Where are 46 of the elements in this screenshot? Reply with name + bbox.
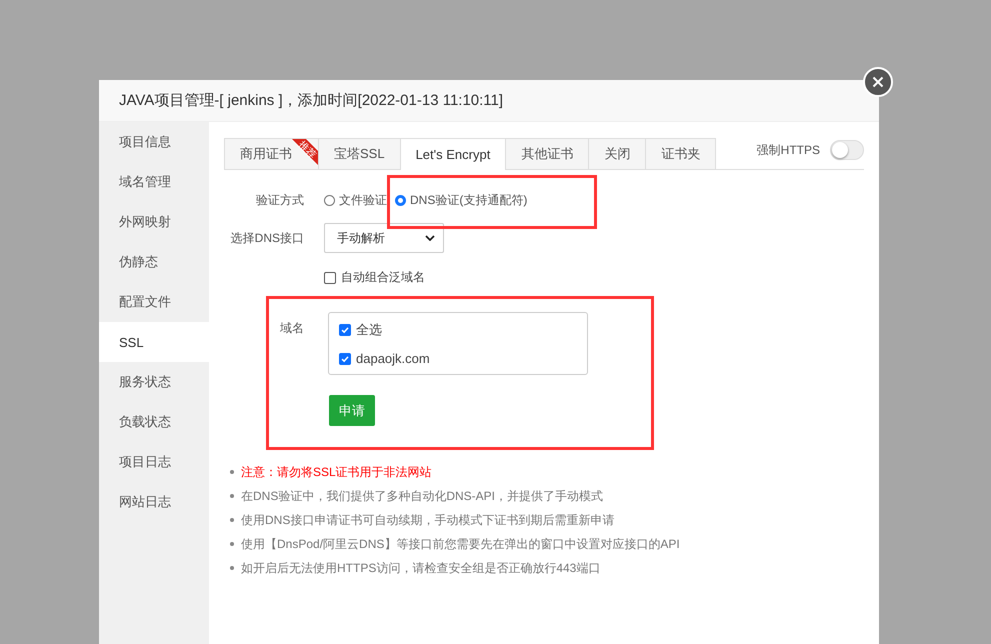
- sidebar-item[interactable]: 项目日志: [99, 442, 209, 482]
- close-button[interactable]: [863, 67, 893, 97]
- https-toggle[interactable]: [830, 140, 864, 160]
- radio-icon[interactable]: [324, 195, 335, 206]
- sidebar-item[interactable]: 外网映射: [99, 202, 209, 242]
- checkbox-option[interactable]: 自动组合泛域名: [324, 269, 425, 286]
- radio-label: 文件验证: [339, 192, 387, 209]
- tab[interactable]: 商用证书 推荐: [224, 138, 319, 169]
- close-icon: [872, 76, 884, 88]
- sidebar-item[interactable]: 伪静态: [99, 242, 209, 282]
- checkbox[interactable]: [339, 324, 351, 336]
- radio-option[interactable]: 文件验证: [324, 192, 387, 209]
- sidebar-item[interactable]: 域名管理: [99, 162, 209, 202]
- bullet-icon: [230, 566, 234, 570]
- field-label: 域名: [279, 320, 305, 337]
- note-text: 在DNS验证中，我们提供了多种自动化DNS-API，并提供了手动模式: [241, 488, 604, 504]
- bullet-icon: [230, 518, 234, 522]
- tab[interactable]: 宝塔SSL: [318, 138, 401, 169]
- note-text: 使用【DnsPod/阿里云DNS】等接口前您需要先在弹出的窗口中设置对应接口的API: [241, 536, 680, 552]
- checkbox-option[interactable]: dapaojk.com: [339, 351, 577, 366]
- field-label: 选择DNS接口: [230, 230, 305, 246]
- sidebar-item[interactable]: SSL: [99, 322, 209, 362]
- sidebar-item[interactable]: 负载状态: [99, 402, 209, 442]
- tab[interactable]: Let's Encrypt: [400, 138, 506, 170]
- note-text: 注意：请勿将SSL证书用于非法网站: [241, 464, 432, 480]
- bullet-icon: [230, 542, 234, 546]
- sidebar-item[interactable]: 配置文件: [99, 282, 209, 322]
- sidebar-item[interactable]: 网站日志: [99, 482, 209, 522]
- toggle-label: 强制HTTPS: [756, 142, 820, 158]
- checkbox-option[interactable]: 全选: [339, 321, 577, 339]
- bullet-icon: [230, 470, 234, 474]
- tab[interactable]: 关闭: [588, 138, 646, 169]
- radio-icon[interactable]: [395, 195, 406, 206]
- tab[interactable]: 其他证书: [505, 138, 590, 169]
- bullet-icon: [230, 494, 234, 498]
- checkbox[interactable]: [339, 352, 351, 364]
- tab[interactable]: 证书夹: [645, 138, 716, 169]
- note-text: 使用DNS接口申请证书可自动续期，手动模式下证书到期后需重新申请: [241, 512, 614, 528]
- caret-icon: [425, 235, 435, 241]
- note-text: 如开启后无法使用HTTPS访问，请检查安全组是否正确放行443端口: [241, 560, 600, 576]
- checkbox[interactable]: [324, 272, 336, 284]
- sidebar-item[interactable]: 服务状态: [99, 362, 209, 402]
- sidebar-item[interactable]: 项目信息: [99, 122, 209, 162]
- field-label: 验证方式: [255, 192, 305, 209]
- dns-select[interactable]: 手动解析: [324, 223, 444, 253]
- window-title: JAVA项目管理-[ jenkins ]，添加时间[2022-01-13 11:10:11]: [119, 91, 504, 110]
